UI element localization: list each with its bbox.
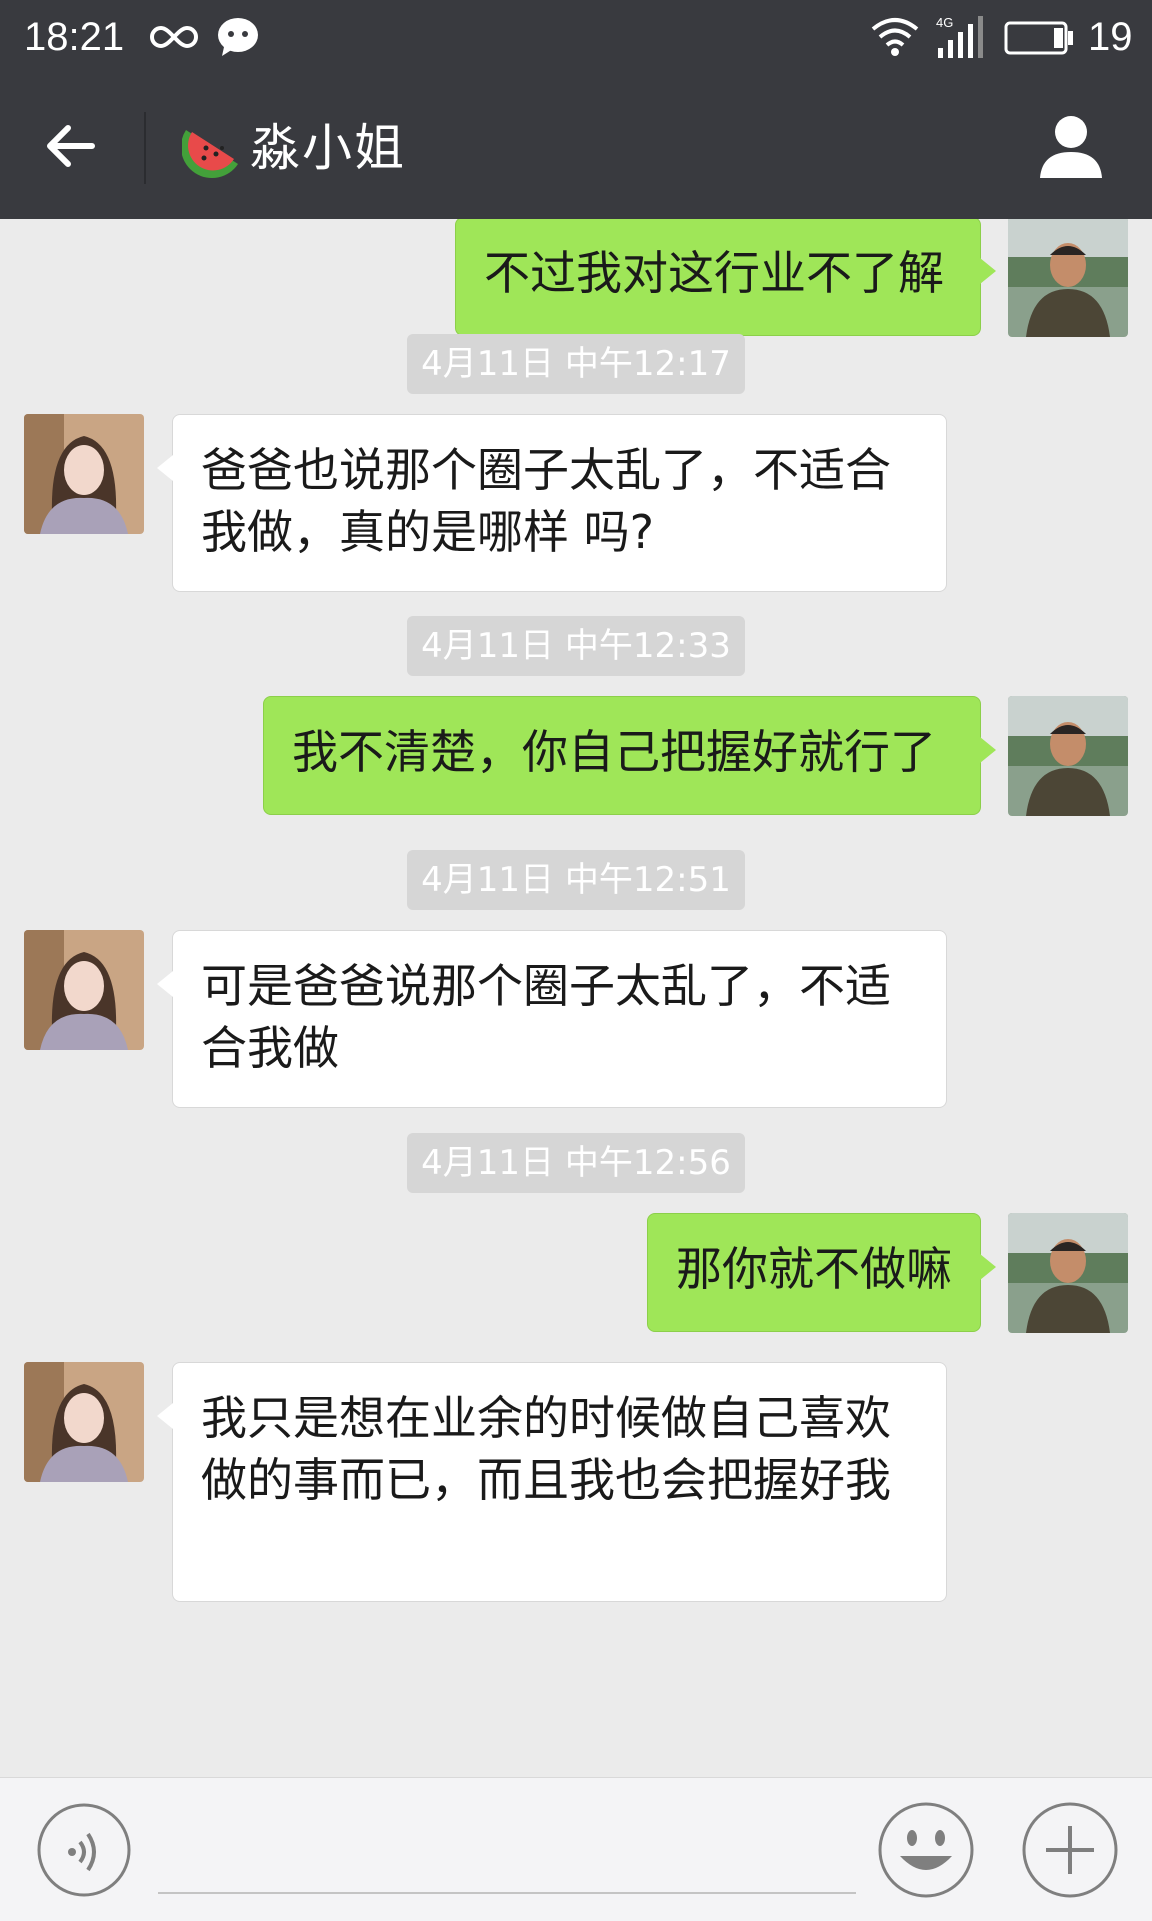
wifi-icon [870,14,920,62]
outgoing-message[interactable]: 我不清楚，你自己把握好就行了 [263,696,996,815]
signal-icon: 4G [936,14,990,64]
watermelon-icon [180,120,244,184]
input-bar [0,1777,1152,1921]
network-type: 4G [936,15,953,30]
profile-button[interactable] [1034,112,1108,186]
contact-avatar[interactable] [24,1362,144,1482]
infinity-icon [148,22,200,56]
incoming-message[interactable]: 我只是想在业余的时候做自己喜欢做的事而已，而且我也会把握好我 [157,1362,947,1602]
my-avatar[interactable] [1008,1213,1128,1333]
man-photo-icon [1008,1213,1128,1333]
timestamp: 4月11日 中午12:17 [407,334,745,394]
chat-bubble-icon [216,16,260,62]
status-bar: 18:21 4G 19 [0,0,1152,74]
chat-header: 淼小姐 [0,74,1152,219]
voice-button[interactable] [36,1802,132,1902]
contact-avatar[interactable] [24,930,144,1050]
chat-title: 淼小姐 [250,119,406,177]
voice-icon [37,1803,131,1897]
emoji-button[interactable] [876,1800,976,1904]
smiley-icon [878,1802,974,1898]
woman-photo-icon [24,930,144,1050]
person-icon [1040,116,1102,178]
battery-icon [1004,20,1074,60]
plus-button[interactable] [1020,1800,1120,1904]
contact-avatar[interactable] [24,414,144,534]
incoming-message[interactable]: 可是爸爸说那个圈子太乱了，不适合我做 [157,930,947,1108]
timestamp: 4月11日 中午12:56 [407,1133,745,1193]
timestamp: 4月11日 中午12:51 [407,850,745,910]
incoming-message[interactable]: 爸爸也说那个圈子太乱了，不适合我做，真的是哪样 吗? [157,414,947,592]
nav-divider [144,112,146,184]
outgoing-message[interactable]: 那你就不做嘛 [647,1213,996,1332]
outgoing-message[interactable]: 不过我对这行业不了解 [455,219,996,336]
my-avatar[interactable] [1008,696,1128,816]
battery-level: 19 [1088,15,1133,59]
arrow-left-icon [47,125,95,167]
status-time: 18:21 [24,15,125,59]
man-photo-icon [1008,696,1128,816]
my-avatar[interactable] [1008,219,1128,337]
woman-photo-icon [24,414,144,534]
message-input[interactable] [158,1804,856,1894]
woman-photo-icon [24,1362,144,1482]
back-button[interactable] [40,116,110,176]
man-photo-icon [1008,219,1128,337]
timestamp: 4月11日 中午12:33 [407,616,745,676]
message-list[interactable]: 不过我对这行业不了解 4月11日 中午12:17 爸爸也说那个圈子太乱了，不适合… [0,219,1152,1777]
plus-icon [1022,1802,1118,1898]
